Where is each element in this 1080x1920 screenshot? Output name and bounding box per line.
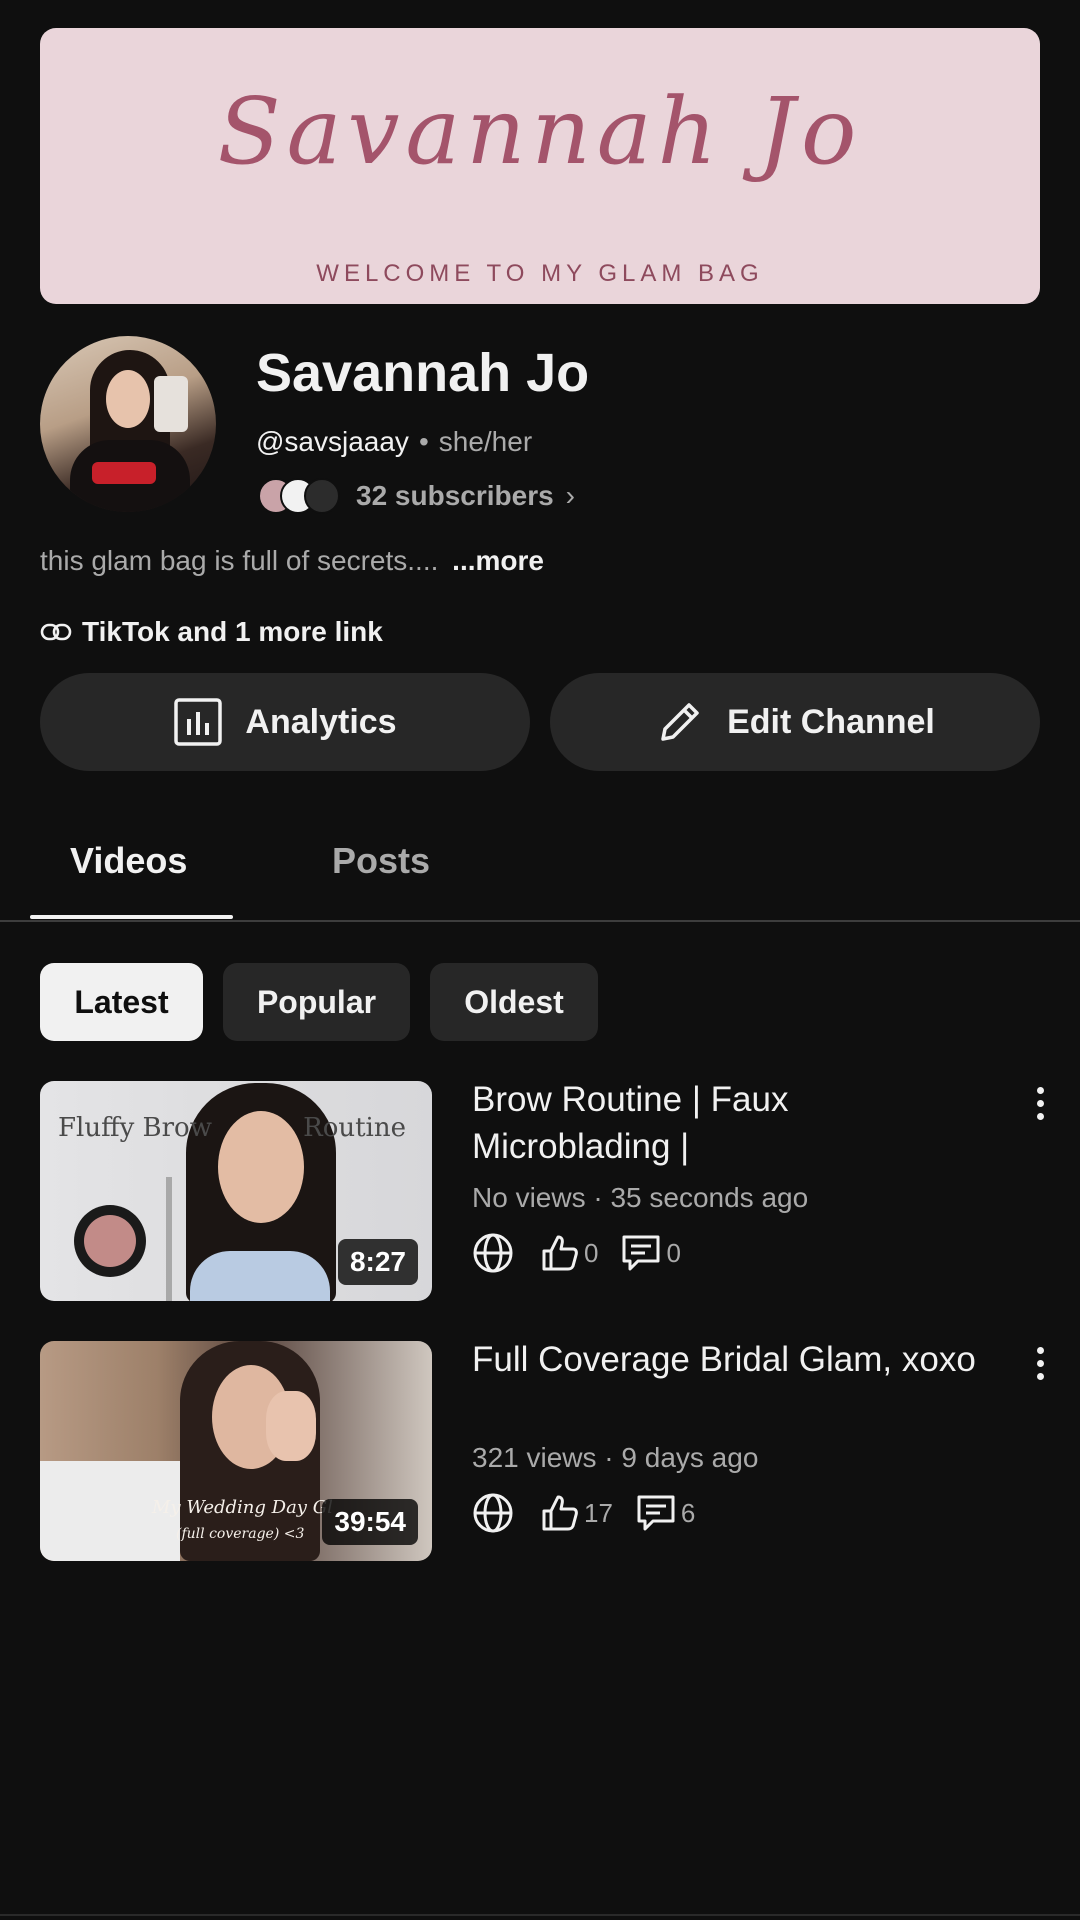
banner-script-title: Savannah Jo <box>217 78 863 185</box>
bar-chart-icon <box>174 698 223 746</box>
visibility-stat <box>472 1492 518 1534</box>
visibility-stat <box>472 1232 518 1274</box>
video-thumbnail[interactable]: My Wedding Day Gl (full coverage) <3 39:… <box>40 1341 432 1561</box>
thumbnail-caption-line: (full coverage) <3 <box>176 1526 305 1542</box>
likes-count: 17 <box>584 1497 613 1528</box>
video-meta: 321 views · 9 days ago <box>472 1442 759 1473</box>
links-label: TikTok and 1 more link <box>82 616 383 647</box>
chevron-right-icon: › <box>565 480 575 511</box>
comments-count: 6 <box>680 1497 696 1528</box>
edit-channel-button[interactable]: Edit Channel <box>550 673 1040 771</box>
banner-tagline: WELCOME TO MY GLAM BAG <box>316 260 764 287</box>
video-stats: 0 0 <box>472 1229 703 1277</box>
likes-count: 0 <box>584 1237 599 1268</box>
tab-videos[interactable]: Videos <box>70 840 187 882</box>
chip-oldest[interactable]: Oldest <box>430 963 598 1041</box>
video-title[interactable]: Brow Routine | Faux Microblading | <box>472 1076 992 1170</box>
channel-pronouns: she/her <box>438 426 533 457</box>
thumbnail-shirt <box>190 1251 330 1301</box>
analytics-button[interactable]: Analytics <box>40 673 530 771</box>
bottom-divider <box>0 1914 1080 1916</box>
likes-stat: 0 <box>540 1233 598 1273</box>
thumbnail-caption-line: My Wedding Day Gl <box>152 1497 333 1518</box>
video-duration: 39:54 <box>322 1499 418 1545</box>
thumbnail-caption: My Wedding Day Gl (full coverage) <3 <box>152 1495 333 1547</box>
video-thumbnail[interactable]: Fluffy Brow Routine 8:27 <box>40 1081 432 1301</box>
channel-description[interactable]: this glam bag is full of secrets.... ...… <box>40 545 544 577</box>
tab-divider <box>0 920 1080 922</box>
channel-handle: @savsjaaay <box>256 426 409 457</box>
more-link[interactable]: ...more <box>452 545 544 576</box>
avatar-shirt-print <box>92 462 156 484</box>
avatar-phone <box>154 376 188 432</box>
kebab-menu-icon[interactable] <box>1024 1081 1056 1125</box>
thumbnail-compact-powder <box>84 1215 136 1267</box>
likes-stat: 17 <box>540 1493 613 1533</box>
handle-row: @savsjaaay • she/her <box>256 426 532 458</box>
comment-icon <box>637 1495 675 1531</box>
comment-icon <box>622 1235 660 1271</box>
channel-avatar[interactable] <box>40 336 216 512</box>
thumbs-up-icon <box>542 1235 578 1271</box>
comments-stat: 0 <box>620 1232 681 1274</box>
thumbnail-text: Routine <box>303 1113 406 1143</box>
thumbnail-text: Fluffy Brow <box>58 1113 212 1143</box>
subscribers-row[interactable]: 32 subscribers › <box>256 476 575 516</box>
subscriber-count: 32 subscribers <box>356 480 554 511</box>
video-title[interactable]: Full Coverage Bridal Glam, xoxo <box>472 1336 992 1383</box>
video-meta: No views · 35 seconds ago <box>472 1182 809 1213</box>
active-tab-indicator <box>30 915 233 919</box>
globe-icon <box>473 1233 513 1273</box>
pencil-icon <box>661 703 699 741</box>
thumbs-up-icon <box>542 1495 578 1531</box>
channel-page: Savannah Jo WELCOME TO MY GLAM BAG Savan… <box>0 0 1080 1920</box>
channel-links[interactable]: TikTok and 1 more link <box>40 614 383 650</box>
comments-count: 0 <box>666 1237 681 1268</box>
comments-stat: 6 <box>635 1492 695 1534</box>
chip-popular[interactable]: Popular <box>223 963 410 1041</box>
separator-dot: • <box>418 426 429 457</box>
avatar-face <box>106 370 150 428</box>
subscriber-avatar <box>304 478 340 514</box>
video-stats: 17 6 <box>472 1489 717 1537</box>
globe-icon <box>473 1493 513 1533</box>
subscriber-avatars <box>256 476 352 516</box>
kebab-menu-icon[interactable] <box>1024 1341 1056 1385</box>
tab-posts[interactable]: Posts <box>332 840 430 882</box>
chip-latest[interactable]: Latest <box>40 963 203 1041</box>
channel-name: Savannah Jo <box>256 343 590 403</box>
channel-banner: Savannah Jo WELCOME TO MY GLAM BAG <box>40 28 1040 304</box>
thumbnail-brow-pencil <box>166 1177 172 1301</box>
edit-channel-label: Edit Channel <box>727 702 935 741</box>
thumbnail-face <box>218 1111 304 1223</box>
link-icon <box>40 623 72 641</box>
thumbnail-hand <box>266 1391 316 1461</box>
analytics-label: Analytics <box>245 702 397 741</box>
video-duration: 8:27 <box>337 1239 418 1285</box>
description-text: this glam bag is full of secrets.... <box>40 545 439 576</box>
